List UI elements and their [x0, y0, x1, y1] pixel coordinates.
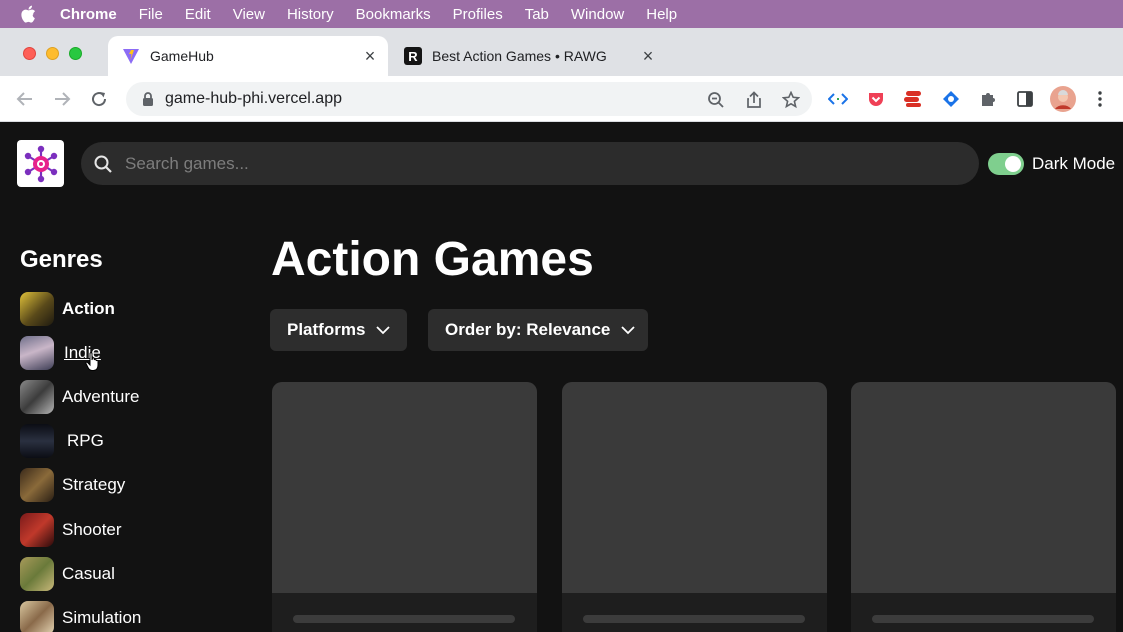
menu-window[interactable]: Window — [571, 6, 624, 23]
search-box[interactable] — [81, 142, 979, 185]
stack-extension-icon[interactable] — [903, 89, 923, 109]
genre-thumbnail — [20, 292, 54, 326]
genre-thumbnail — [20, 424, 54, 458]
puzzle-extensions-icon[interactable] — [978, 89, 998, 109]
menu-bookmarks[interactable]: Bookmarks — [356, 6, 431, 23]
menu-file[interactable]: File — [139, 6, 163, 23]
game-card-skeleton — [562, 382, 827, 632]
genre-item-rpg[interactable]: RPG — [20, 424, 104, 458]
pocket-icon[interactable] — [866, 89, 886, 109]
hand-pointer-cursor-icon — [85, 352, 101, 377]
genre-item-action[interactable]: Action — [20, 292, 115, 326]
macos-menu-bar: Chrome File Edit View History Bookmarks … — [0, 0, 1123, 28]
genre-thumbnail — [20, 513, 54, 547]
tab-title: GameHub — [150, 48, 214, 64]
more-menu-icon[interactable] — [1090, 89, 1110, 109]
back-icon[interactable] — [14, 88, 36, 110]
order-by-label: Order by: Relevance — [445, 320, 611, 339]
bookmark-star-icon[interactable] — [782, 91, 800, 109]
card-text-placeholder — [872, 615, 1094, 623]
zoom-icon[interactable] — [707, 91, 725, 109]
window-minimize-button[interactable] — [46, 47, 59, 60]
genre-label[interactable]: Adventure — [62, 387, 140, 407]
dark-mode-toggle[interactable] — [988, 153, 1024, 175]
vite-logo-icon — [122, 47, 140, 65]
card-image-placeholder — [851, 382, 1116, 593]
browser-toolbar: game-hub-phi.vercel.app — [0, 76, 1123, 122]
search-icon — [93, 154, 113, 179]
tab-gamehub[interactable]: GameHub × — [108, 36, 388, 76]
chevron-down-icon — [375, 325, 391, 335]
card-text-placeholder — [293, 615, 515, 623]
genre-item-shooter[interactable]: Shooter — [20, 513, 122, 547]
genre-item-adventure[interactable]: Adventure — [20, 380, 140, 414]
genre-item-casual[interactable]: Casual — [20, 557, 115, 591]
tab-strip: GameHub × R Best Action Games • RAWG × + — [0, 28, 1123, 98]
card-image-placeholder — [272, 382, 537, 593]
gamehub-logo[interactable] — [17, 140, 64, 187]
genres-heading: Genres — [20, 246, 103, 273]
genre-thumbnail — [20, 557, 54, 591]
card-text-placeholder — [583, 615, 805, 623]
menu-tab[interactable]: Tab — [525, 6, 549, 23]
menu-view[interactable]: View — [233, 6, 265, 23]
genre-label[interactable]: Simulation — [62, 608, 141, 628]
close-icon[interactable]: × — [640, 47, 656, 65]
apple-icon[interactable] — [20, 5, 40, 23]
genre-thumbnail — [20, 380, 54, 414]
lock-icon[interactable] — [142, 92, 154, 111]
platforms-label: Platforms — [287, 320, 366, 339]
genre-label[interactable]: Casual — [62, 564, 115, 584]
page-title: Action Games — [271, 233, 594, 286]
tab-rawg[interactable]: R Best Action Games • RAWG × — [390, 36, 666, 76]
genre-label[interactable]: Action — [62, 299, 115, 319]
window-zoom-button[interactable] — [69, 47, 82, 60]
svg-text:R: R — [408, 49, 418, 64]
genre-thumbnail — [20, 601, 54, 632]
menu-history[interactable]: History — [287, 6, 334, 23]
genre-thumbnail — [20, 468, 54, 502]
genre-label[interactable]: Strategy — [62, 475, 125, 495]
profile-avatar[interactable] — [1050, 86, 1076, 112]
tag-extension-icon[interactable] — [941, 89, 961, 109]
genre-label[interactable]: RPG — [67, 431, 104, 451]
page-content: Dark Mode Genres Action Indie Adventure … — [0, 122, 1123, 632]
search-input[interactable] — [125, 142, 945, 185]
share-icon[interactable] — [745, 91, 763, 109]
platforms-dropdown[interactable]: Platforms — [270, 309, 407, 351]
genre-item-strategy[interactable]: Strategy — [20, 468, 125, 502]
menu-app-name[interactable]: Chrome — [60, 6, 117, 23]
menu-help[interactable]: Help — [646, 6, 677, 23]
side-panel-icon[interactable] — [1015, 89, 1035, 109]
order-by-dropdown[interactable]: Order by: Relevance — [428, 309, 648, 351]
game-card-skeleton — [851, 382, 1116, 632]
menu-profiles[interactable]: Profiles — [453, 6, 503, 23]
chevron-down-icon — [620, 325, 636, 335]
address-bar[interactable]: game-hub-phi.vercel.app — [126, 82, 812, 116]
genre-item-simulation[interactable]: Simulation — [20, 601, 141, 632]
tab-title: Best Action Games • RAWG — [432, 48, 607, 64]
genre-label[interactable]: Shooter — [62, 520, 122, 540]
url-text: game-hub-phi.vercel.app — [165, 90, 342, 107]
dark-mode-label: Dark Mode — [1032, 154, 1116, 173]
code-extension-icon[interactable] — [828, 89, 848, 109]
rawg-logo-icon: R — [404, 47, 422, 65]
window-close-button[interactable] — [23, 47, 36, 60]
genre-thumbnail — [20, 336, 54, 370]
reload-icon[interactable] — [88, 88, 110, 110]
menu-edit[interactable]: Edit — [185, 6, 211, 23]
game-card-skeleton — [272, 382, 537, 632]
close-icon[interactable]: × — [362, 47, 378, 65]
toggle-knob — [1005, 156, 1021, 172]
card-image-placeholder — [562, 382, 827, 593]
forward-icon[interactable] — [51, 88, 73, 110]
